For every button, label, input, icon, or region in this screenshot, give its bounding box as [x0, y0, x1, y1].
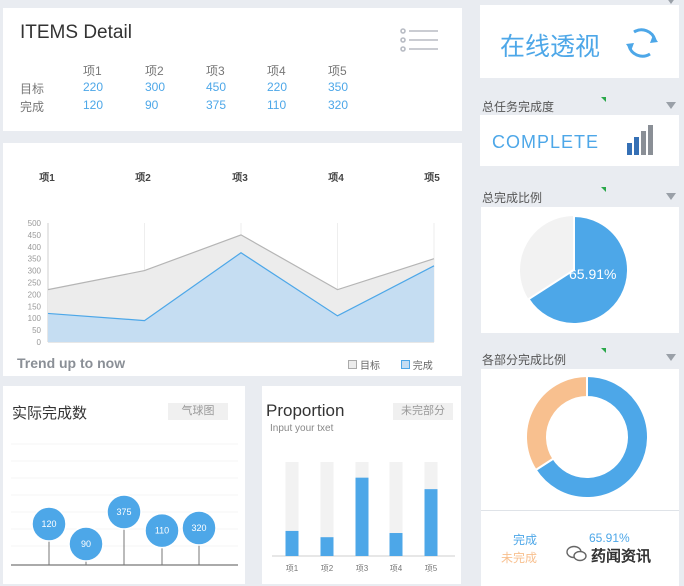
y-tick-label: 50 — [32, 326, 41, 335]
parts-donut-chart — [525, 374, 649, 499]
col-header: 项2 — [145, 64, 164, 78]
y-tick-label: 100 — [28, 314, 42, 323]
y-tick-label: 150 — [28, 302, 42, 311]
y-tick-label: 350 — [28, 255, 42, 264]
undone-label: 未完成 — [501, 551, 538, 565]
table-cell: 110 — [267, 98, 287, 112]
parts-card: 完成 65.91% 未完成 药闻资讯 — [481, 369, 679, 586]
bubble-chart: 120 90 375 110 320 — [11, 443, 238, 566]
table-cell: 120 — [83, 98, 104, 112]
bar-category-label: 项5 — [425, 564, 438, 573]
collapse-arrow-ratio[interactable] — [666, 193, 676, 200]
bar-category-label: 项1 — [286, 564, 299, 573]
trend-legend: 目标 完成 — [348, 357, 433, 372]
y-tick-label: 450 — [28, 231, 42, 240]
bar-category-label: 项3 — [356, 564, 369, 573]
trend-area-chart: 项1 项2 项3 项4 项5 0 50 100 150 200 250 300 350 400 450 500 — [28, 172, 441, 347]
col-header: 项4 — [267, 64, 286, 78]
watermark-text: 药闻资讯 — [591, 548, 652, 565]
row-label: 完成 — [20, 100, 45, 114]
done-label: 完成 — [513, 533, 538, 547]
table-cell: 220 — [267, 80, 288, 94]
bar-category-label: 项4 — [390, 564, 403, 573]
y-tick-label: 250 — [28, 279, 42, 288]
y-tick-label: 200 — [28, 290, 42, 299]
ratio-title: 总完成比例 — [482, 191, 543, 205]
bar-done — [285, 530, 299, 556]
bar-done — [424, 489, 438, 556]
table-cell: 450 — [206, 80, 227, 94]
proportion-bar-chart: 项1 项2 项3 项4 项5 — [272, 462, 455, 573]
bar-done — [320, 537, 334, 556]
bubble-label: 120 — [41, 519, 56, 529]
bar-done — [389, 533, 403, 556]
category-label: 项5 — [424, 172, 440, 184]
flag-icon — [601, 97, 606, 102]
row-label: 目标 — [20, 82, 45, 96]
online-card[interactable]: 在线透视 — [480, 5, 679, 78]
collapse-arrow-task[interactable] — [666, 102, 676, 109]
refresh-icon[interactable] — [625, 26, 659, 60]
legend-target-swatch — [348, 360, 357, 369]
table-cell: 375 — [206, 98, 227, 112]
flag-icon — [601, 348, 606, 353]
table-cell: 220 — [83, 80, 104, 94]
ratio-pct-label: 65.91% — [569, 266, 617, 282]
y-tick-label: 300 — [28, 267, 42, 276]
bubble-label: 90 — [81, 539, 91, 549]
trend-title: Trend up to now — [17, 355, 126, 371]
bar-chart-icon — [625, 123, 655, 157]
flag-icon — [601, 187, 606, 192]
proportion-card: Proportion Input your txet 未完部分 项1 项2 项3 项4… — [262, 386, 461, 584]
category-label: 项2 — [135, 172, 151, 184]
table-cell: 320 — [328, 98, 349, 112]
task-title: 总任务完成度 — [482, 100, 555, 114]
legend-done-label: 完成 — [412, 361, 433, 372]
bar-done — [355, 477, 369, 556]
complete-label: COMPLETE — [492, 132, 600, 152]
y-tick-label: 400 — [28, 243, 42, 252]
table-cell: 350 — [328, 80, 349, 94]
legend-done-swatch — [400, 360, 410, 369]
bar-category-label: 项2 — [321, 564, 334, 573]
bubble-label: 375 — [116, 507, 131, 517]
y-tick-label: 0 — [37, 338, 42, 347]
legend-target-label: 目标 — [360, 361, 380, 372]
table-cell: 300 — [145, 80, 166, 94]
col-header: 项1 — [83, 64, 102, 78]
done-pct: 65.91% — [589, 531, 630, 545]
category-label: 项1 — [39, 172, 55, 184]
items-detail-table: 项1 项2 项3 项4 项5 目标 220 300 450 220 350 完成 120 90 375 110… — [3, 8, 462, 131]
collapse-arrow-top[interactable] — [666, 0, 676, 4]
bubble-label: 320 — [191, 523, 206, 533]
collapse-arrow-parts[interactable] — [666, 354, 676, 361]
items-detail-card: ITEMS Detail 项1 项2 项3 项4 项5 目标 220 300 450 220 350… — [3, 8, 462, 131]
parts-title: 各部分完成比例 — [482, 353, 567, 367]
trend-card: 项1 项2 项3 项4 项5 0 50 100 150 200 250 300 350 400 450 500… — [3, 143, 462, 376]
online-title: 在线透视 — [500, 33, 601, 61]
ratio-card: 65.91% — [481, 207, 679, 333]
category-label: 项4 — [328, 172, 344, 184]
complete-card: COMPLETE — [480, 115, 679, 166]
bubble-card: 实际完成数 气球图 120 90 375 110 320 — [3, 386, 245, 584]
wechat-icon — [566, 545, 588, 563]
col-header: 项3 — [206, 64, 225, 78]
function-partial-title: function — [485, 0, 527, 3]
bubble-label: 110 — [155, 526, 169, 536]
col-header: 项5 — [328, 64, 347, 78]
category-label: 项3 — [232, 172, 248, 184]
donut-slice-undone — [525, 374, 588, 472]
parts-divider — [481, 510, 679, 511]
table-cell: 90 — [145, 98, 159, 112]
y-tick-label: 500 — [28, 219, 42, 228]
